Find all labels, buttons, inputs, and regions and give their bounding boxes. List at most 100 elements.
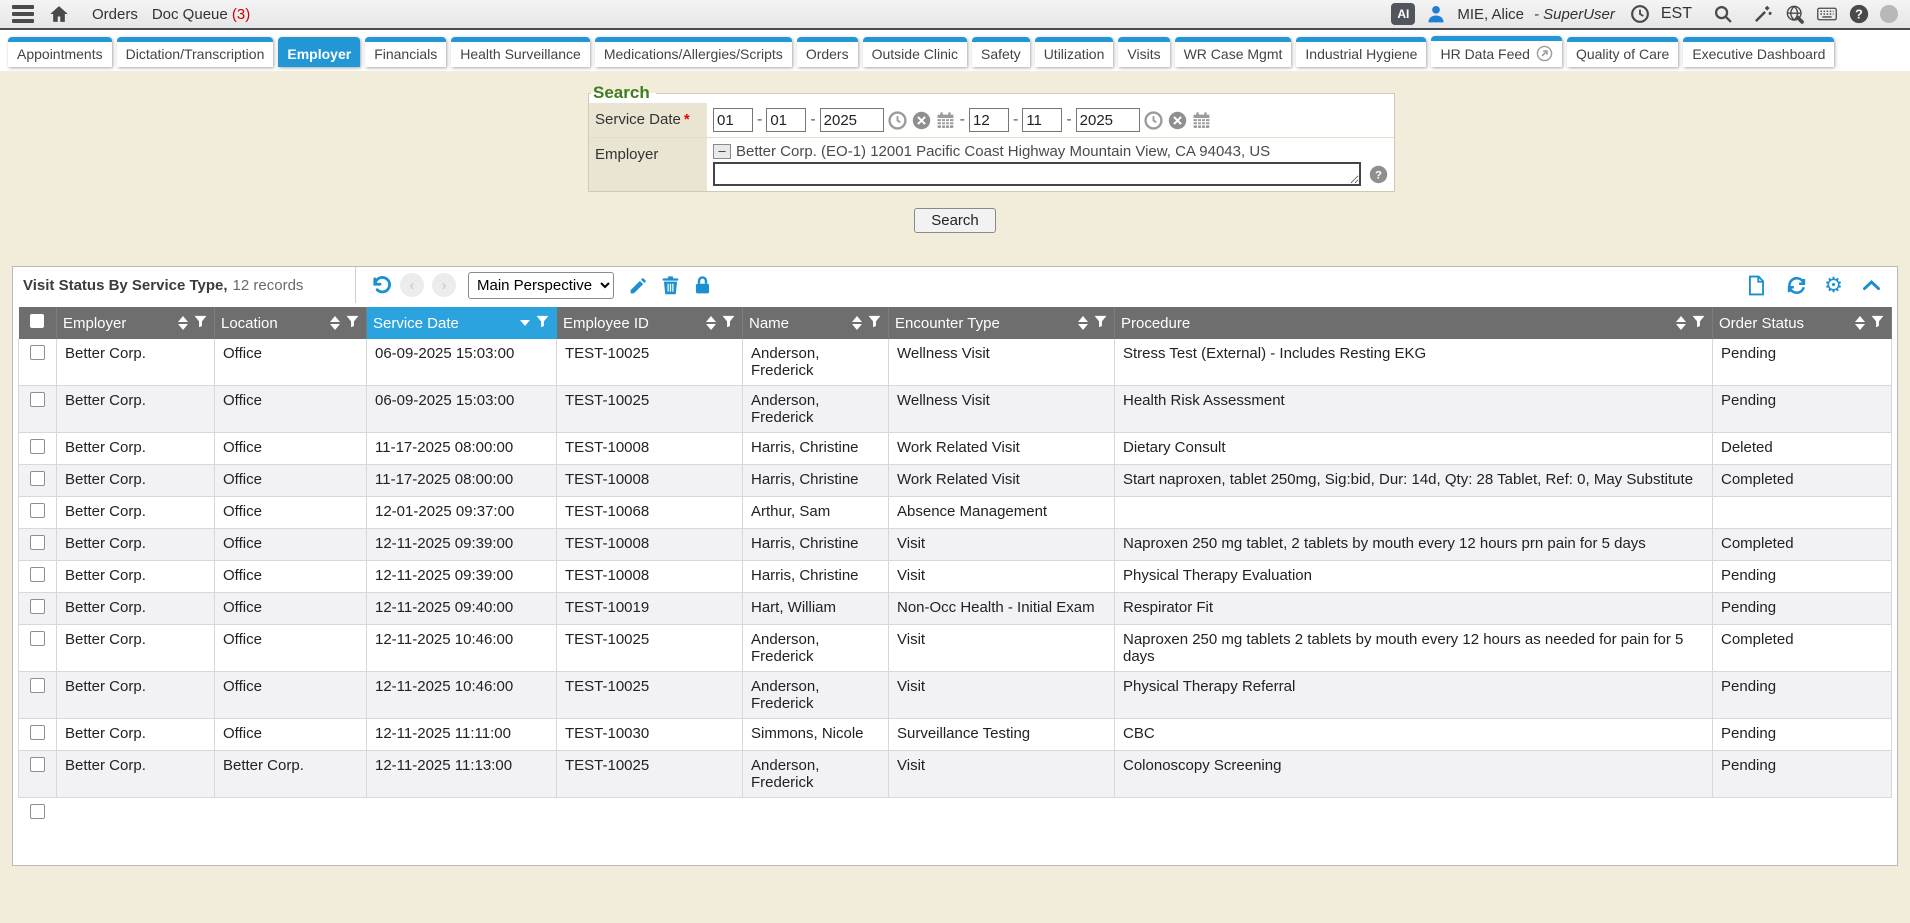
remove-employer-button[interactable]: – — [713, 144, 731, 159]
select-all-checkbox[interactable] — [30, 314, 44, 328]
table-row[interactable]: Better Corp.Office12-11-2025 09:40:00TES… — [19, 593, 1892, 625]
user-icon[interactable] — [1425, 3, 1447, 25]
refresh-icon[interactable] — [1784, 273, 1808, 297]
filter-icon[interactable] — [535, 314, 550, 333]
sort-desc-icon[interactable] — [520, 320, 530, 326]
tab-wr-case-mgmt[interactable]: WR Case Mgmt — [1175, 37, 1292, 67]
row-checkbox[interactable] — [30, 439, 45, 454]
filter-icon[interactable] — [193, 314, 208, 333]
tab-industrial-hygiene[interactable]: Industrial Hygiene — [1296, 37, 1426, 67]
employer-search-input[interactable] — [713, 162, 1361, 186]
table-row[interactable]: Better Corp.Office06-09-2025 15:03:00TES… — [19, 339, 1892, 386]
row-checkbox[interactable] — [30, 535, 45, 550]
calendar-icon[interactable] — [936, 111, 955, 130]
prev-perspective-icon[interactable]: ‹ — [400, 273, 424, 297]
search-button[interactable]: Search — [914, 208, 996, 233]
lock-icon[interactable] — [690, 273, 714, 297]
table-row[interactable]: Better Corp.Office12-01-2025 09:37:00TES… — [19, 497, 1892, 529]
sort-icon[interactable] — [852, 316, 862, 330]
new-document-icon[interactable] — [1744, 273, 1768, 297]
column-header-order-status[interactable]: Order Status — [1713, 307, 1892, 339]
filter-icon[interactable] — [345, 314, 360, 333]
sort-icon[interactable] — [178, 316, 188, 330]
tab-outside-clinic[interactable]: Outside Clinic — [863, 37, 967, 67]
sort-icon[interactable] — [1676, 316, 1686, 330]
time-picker-icon[interactable] — [1144, 111, 1163, 130]
next-perspective-icon[interactable]: › — [432, 273, 456, 297]
column-header-service-date[interactable]: Service Date — [367, 307, 557, 339]
tab-safety[interactable]: Safety — [972, 37, 1030, 67]
tab-utilization[interactable]: Utilization — [1035, 37, 1114, 67]
delete-perspective-icon[interactable] — [658, 273, 682, 297]
sort-icon[interactable] — [1078, 316, 1088, 330]
wand-icon[interactable] — [1752, 3, 1774, 25]
calendar-icon[interactable] — [1192, 111, 1211, 130]
filter-icon[interactable] — [721, 314, 736, 333]
sort-icon[interactable] — [330, 316, 340, 330]
tab-hr-data-feed[interactable]: HR Data Feed — [1431, 36, 1561, 67]
table-row[interactable]: Better Corp.Office12-11-2025 10:46:00TES… — [19, 625, 1892, 672]
help-icon[interactable]: ? — [1848, 3, 1870, 25]
footer-checkbox[interactable] — [30, 804, 45, 819]
tab-orders[interactable]: Orders — [797, 37, 858, 67]
tab-visits[interactable]: Visits — [1118, 37, 1169, 67]
home-icon[interactable] — [48, 3, 70, 25]
column-header-employer[interactable]: Employer — [57, 307, 215, 339]
row-checkbox[interactable] — [30, 631, 45, 646]
collapse-icon[interactable] — [1859, 273, 1883, 297]
tab-dictation-transcription[interactable]: Dictation/Transcription — [117, 37, 274, 67]
presence-indicator[interactable] — [1880, 5, 1898, 23]
hr-data-feed-refresh-icon[interactable] — [1536, 45, 1553, 62]
row-checkbox[interactable] — [30, 471, 45, 486]
table-row[interactable]: Better Corp.Office12-11-2025 11:11:00TES… — [19, 719, 1892, 751]
column-header-employee-id[interactable]: Employee ID — [557, 307, 743, 339]
sort-icon[interactable] — [1855, 316, 1865, 330]
table-row[interactable]: Better Corp.Office11-17-2025 08:00:00TES… — [19, 433, 1892, 465]
tab-quality-of-care[interactable]: Quality of Care — [1567, 37, 1678, 67]
menu-icon[interactable] — [12, 5, 34, 23]
date-to-month-input[interactable] — [969, 108, 1009, 132]
sort-icon[interactable] — [706, 316, 716, 330]
table-row[interactable]: Better Corp.Office06-09-2025 15:03:00TES… — [19, 386, 1892, 433]
search-icon[interactable] — [1712, 3, 1734, 25]
row-checkbox[interactable] — [30, 678, 45, 693]
filter-icon[interactable] — [867, 314, 882, 333]
tab-health-surveillance[interactable]: Health Surveillance — [451, 37, 590, 67]
tab-executive-dashboard[interactable]: Executive Dashboard — [1683, 37, 1834, 67]
table-row[interactable]: Better Corp.Office12-11-2025 09:39:00TES… — [19, 529, 1892, 561]
edit-perspective-icon[interactable] — [626, 273, 650, 297]
time-picker-icon[interactable] — [888, 111, 907, 130]
row-checkbox[interactable] — [30, 599, 45, 614]
breadcrumb-orders[interactable]: Orders — [92, 6, 138, 23]
tab-financials[interactable]: Financials — [365, 37, 446, 67]
row-checkbox[interactable] — [30, 725, 45, 740]
filter-icon[interactable] — [1093, 314, 1108, 333]
tab-employer[interactable]: Employer — [278, 37, 360, 67]
table-row[interactable]: Better Corp.Office11-17-2025 08:00:00TES… — [19, 465, 1892, 497]
table-row[interactable]: Better Corp.Office12-11-2025 09:39:00TES… — [19, 561, 1892, 593]
table-row[interactable]: Better Corp.Office12-11-2025 10:46:00TES… — [19, 672, 1892, 719]
ai-badge[interactable]: AI — [1391, 3, 1415, 25]
keyboard-icon[interactable] — [1816, 3, 1838, 25]
date-to-day-input[interactable] — [1022, 108, 1062, 132]
row-checkbox[interactable] — [30, 345, 45, 360]
clear-date-icon[interactable] — [912, 111, 931, 130]
user-name[interactable]: MIE, Alice — [1457, 6, 1524, 23]
column-header-encounter-type[interactable]: Encounter Type — [889, 307, 1115, 339]
clear-date-icon[interactable] — [1168, 111, 1187, 130]
date-from-month-input[interactable] — [713, 108, 753, 132]
tab-medications-allergies-scripts[interactable]: Medications/Allergies/Scripts — [595, 37, 792, 67]
row-checkbox[interactable] — [30, 503, 45, 518]
date-from-day-input[interactable] — [766, 108, 806, 132]
breadcrumb-doc-queue[interactable]: Doc Queue (3) — [152, 6, 250, 23]
filter-icon[interactable] — [1691, 314, 1706, 333]
column-header-location[interactable]: Location — [215, 307, 367, 339]
employer-help-icon[interactable]: ? — [1369, 165, 1388, 184]
filter-icon[interactable] — [1870, 314, 1885, 333]
table-row[interactable]: Better Corp.Better Corp.12-11-2025 11:13… — [19, 751, 1892, 798]
perspective-select[interactable]: Main Perspective — [468, 272, 614, 299]
row-checkbox[interactable] — [30, 392, 45, 407]
settings-gear-icon[interactable]: ⚙ — [1824, 275, 1843, 296]
date-from-year-input[interactable] — [820, 108, 884, 132]
tab-appointments[interactable]: Appointments — [8, 37, 112, 67]
